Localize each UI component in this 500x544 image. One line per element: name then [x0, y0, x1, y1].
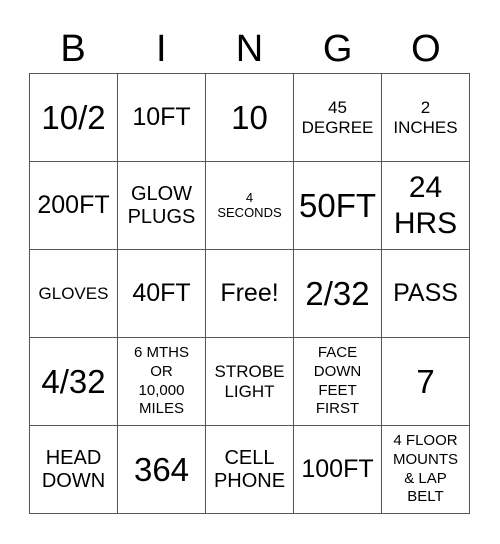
header-letter-b: B: [60, 28, 86, 70]
bingo-cell[interactable]: 6 MTHS OR 10,000 MILES: [118, 338, 206, 426]
bingo-cell[interactable]: 100FT: [294, 426, 382, 514]
bingo-board: 10/2 10FT 10 45 DEGREE 2 INCHES 200FT GLOW PLU…: [29, 73, 470, 514]
header-letter-i: I: [156, 28, 167, 70]
bingo-cell[interactable]: 24 HRS: [382, 162, 470, 250]
bingo-cell[interactable]: 10/2: [30, 74, 118, 162]
bingo-cell[interactable]: 4 SECONDS: [206, 162, 294, 250]
header-letter-g: G: [322, 28, 353, 70]
bingo-cell[interactable]: GLOW PLUGS: [118, 162, 206, 250]
bingo-cell[interactable]: FACE DOWN FEET FIRST: [294, 338, 382, 426]
header-letter-o: O: [411, 28, 441, 70]
bingo-cell[interactable]: 2 INCHES: [382, 74, 470, 162]
bingo-cell[interactable]: HEAD DOWN: [30, 426, 118, 514]
bingo-cell[interactable]: 10FT: [118, 74, 206, 162]
bingo-cell[interactable]: 4/32: [30, 338, 118, 426]
bingo-cell[interactable]: PASS: [382, 250, 470, 338]
bingo-cell[interactable]: 50FT: [294, 162, 382, 250]
bingo-cell[interactable]: 45 DEGREE: [294, 74, 382, 162]
bingo-cell[interactable]: 2/32: [294, 250, 382, 338]
bingo-cell[interactable]: 4 FLOOR MOUNTS & LAP BELT: [382, 426, 470, 514]
bingo-cell[interactable]: 10: [206, 74, 294, 162]
bingo-cell[interactable]: 364: [118, 426, 206, 514]
bingo-cell[interactable]: STROBE LIGHT: [206, 338, 294, 426]
header-letter-n: N: [235, 28, 264, 70]
bingo-cell[interactable]: 7: [382, 338, 470, 426]
bingo-cell[interactable]: GLOVES: [30, 250, 118, 338]
bingo-cell[interactable]: CELL PHONE: [206, 426, 294, 514]
bingo-cell[interactable]: 200FT: [30, 162, 118, 250]
bingo-cell-free[interactable]: Free!: [206, 250, 294, 338]
bingo-header: B I N G O: [29, 24, 470, 74]
bingo-cell[interactable]: 40FT: [118, 250, 206, 338]
